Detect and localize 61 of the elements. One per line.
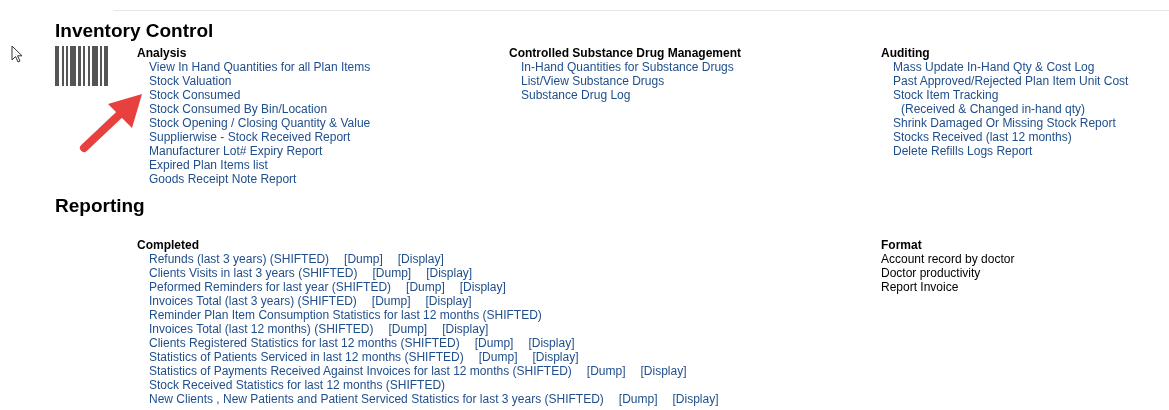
report-link[interactable]: Substance Drug Log: [521, 88, 631, 102]
display-link[interactable]: [Display]: [425, 294, 472, 308]
dump-link[interactable]: [Dump]: [372, 266, 412, 280]
report-link[interactable]: Stock Consumed By Bin/Location: [149, 102, 328, 116]
report-link[interactable]: Refunds (last 3 years) (SHIFTED): [149, 252, 330, 266]
display-link[interactable]: [Display]: [442, 322, 489, 336]
report-link[interactable]: In-Hand Quantities for Substance Drugs: [521, 60, 734, 74]
display-link[interactable]: [Display]: [459, 280, 506, 294]
dump-link[interactable]: [Dump]: [586, 364, 626, 378]
group-heading: Auditing: [881, 46, 930, 60]
group-heading: Completed: [137, 238, 199, 252]
report-link[interactable]: Stock Consumed: [149, 88, 241, 102]
dump-link[interactable]: [Dump]: [474, 336, 514, 350]
report-link[interactable]: New Clients , New Patients and Patient Serviced Statistics for last 3 years (SHIFTED): [149, 392, 604, 406]
dump-link[interactable]: [Dump]: [371, 294, 411, 308]
report-link[interactable]: Stock Received Statistics for last 12 months (SHIFTED): [149, 378, 446, 392]
report-link[interactable]: Invoices Total (last 12 months) (SHIFTED): [149, 322, 374, 336]
report-link[interactable]: Shrink Damaged Or Missing Stock Report: [893, 116, 1116, 130]
report-link[interactable]: Supplierwise - Stock Received Report: [149, 130, 351, 144]
dump-link[interactable]: [Dump]: [478, 350, 518, 364]
report-link[interactable]: Clients Registered Statistics for last 12 months (SHIFTED): [149, 336, 460, 350]
report-link[interactable]: Stock Opening / Closing Quantity & Value: [149, 116, 371, 130]
report-link[interactable]: Delete Refills Logs Report: [893, 144, 1033, 158]
dump-link[interactable]: [Dump]: [344, 252, 383, 266]
dump-link[interactable]: [Dump]: [388, 322, 428, 336]
display-link[interactable]: [Display]: [532, 350, 579, 364]
group-heading: Controlled Substance Drug Management: [509, 46, 742, 60]
display-link[interactable]: [Display]: [672, 392, 719, 406]
report-link[interactable]: Stocks Received (last 12 months): [893, 130, 1072, 144]
mouse-pointer-icon: [11, 45, 23, 63]
report-link[interactable]: Goods Receipt Note Report: [149, 172, 297, 186]
report-link[interactable]: Stock Item Tracking: [893, 88, 999, 102]
display-link[interactable]: [Display]: [528, 336, 575, 350]
section-title: Reporting: [55, 196, 145, 216]
group-heading: Format: [881, 238, 922, 252]
report-link[interactable]: Invoices Total (last 3 years) (SHIFTED): [149, 294, 357, 308]
display-link[interactable]: [Display]: [397, 252, 444, 266]
report-link[interactable]: List/View Substance Drugs: [521, 74, 665, 88]
report-link[interactable]: Peformed Reminders for last year (SHIFTED): [149, 280, 392, 294]
section-title: Inventory Control: [55, 21, 214, 41]
format-item: Report Invoice: [881, 280, 959, 294]
report-link-note[interactable]: (Received & Changed in-hand qty): [901, 102, 1086, 116]
group-heading: Analysis: [137, 46, 187, 60]
display-link[interactable]: [Display]: [426, 266, 473, 280]
report-link[interactable]: Reminder Plan Item Consumption Statistics for last 12 months (SHIFTED): [149, 308, 542, 322]
report-link[interactable]: Statistics of Payments Received Against Invoices for last 12 months (SHIFTED): [149, 364, 572, 378]
report-link[interactable]: Expired Plan Items list: [149, 158, 268, 172]
display-link[interactable]: [Display]: [640, 364, 687, 378]
dump-link[interactable]: [Dump]: [618, 392, 658, 406]
dump-link[interactable]: [Dump]: [406, 280, 445, 294]
report-link[interactable]: Statistics of Patients Serviced in last 12 months (SHIFTED): [149, 350, 464, 364]
report-link[interactable]: Stock Valuation: [149, 74, 232, 88]
annotation-arrow: [78, 92, 144, 154]
format-item: Doctor productivity: [881, 266, 981, 280]
report-link[interactable]: Past Approved/Rejected Plan Item Unit Cost: [893, 74, 1129, 88]
report-link[interactable]: View In Hand Quantities for all Plan Items: [149, 60, 371, 74]
report-link[interactable]: Mass Update In-Hand Qty & Cost Log: [893, 60, 1095, 74]
format-item: Account record by doctor: [881, 252, 1015, 266]
report-link[interactable]: Clients Visits in last 3 years (SHIFTED): [149, 266, 358, 280]
barcode-icon: [55, 46, 108, 86]
report-link[interactable]: Manufacturer Lot# Expiry Report: [149, 144, 323, 158]
